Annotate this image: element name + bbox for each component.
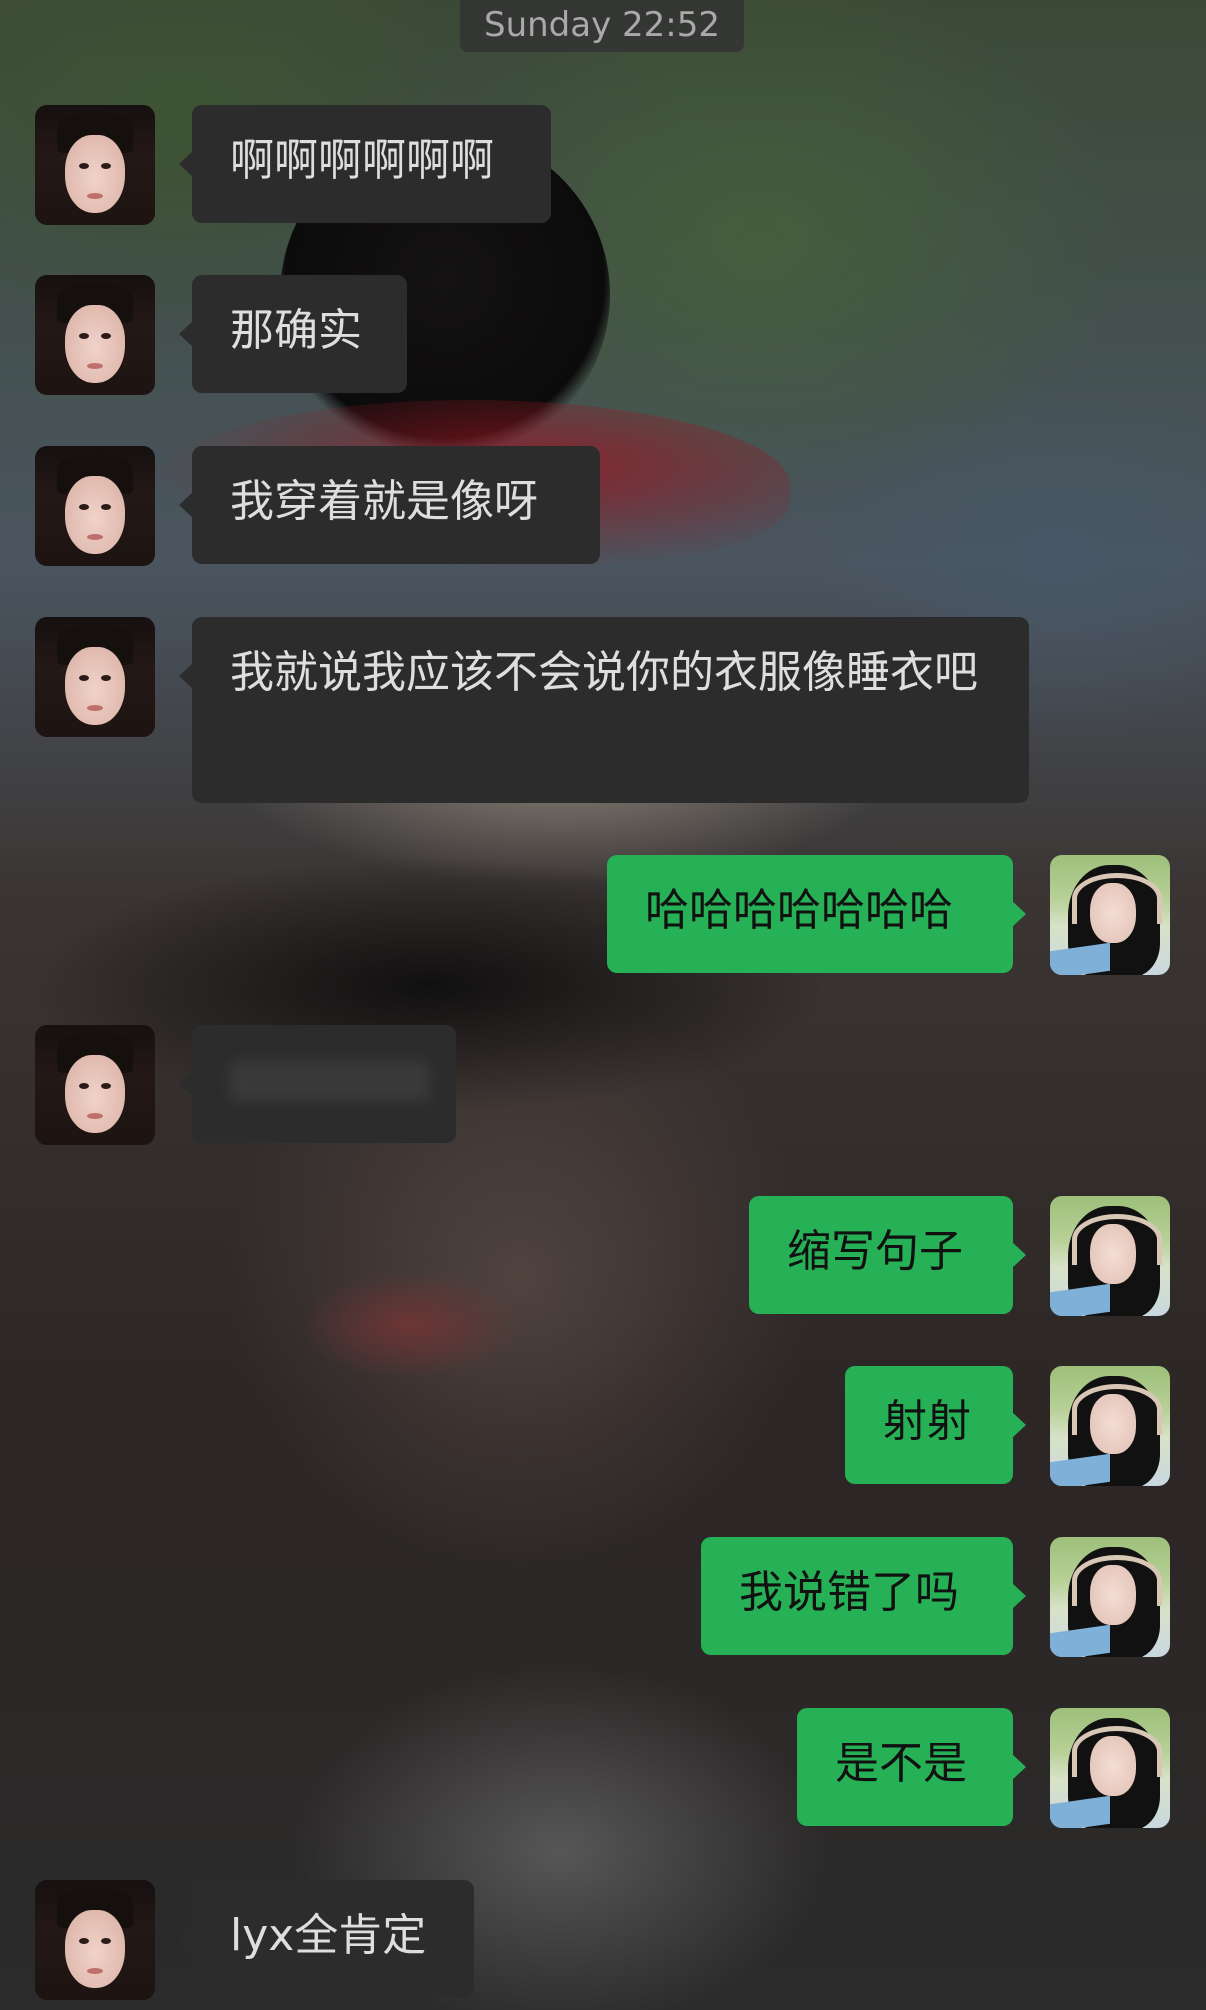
friend-avatar[interactable]	[35, 105, 155, 225]
friend-avatar[interactable]	[35, 275, 155, 395]
my-avatar[interactable]	[1050, 855, 1170, 975]
message-text: 射射	[883, 1396, 971, 1447]
outgoing-message-bubble[interactable]: 缩写句子	[749, 1196, 1026, 1314]
my-avatar[interactable]	[1050, 1366, 1170, 1486]
chat-background-photo	[0, 0, 1206, 2010]
outgoing-message-bubble[interactable]: 射射	[845, 1366, 1026, 1484]
message-text: lyx全肯定	[230, 1910, 427, 1961]
background-lips-shape	[300, 1270, 520, 1380]
message-text: 那确实	[230, 305, 362, 356]
incoming-message-bubble[interactable]: lyx全肯定	[179, 1880, 474, 1998]
message-text: 啊啊啊啊啊啊	[230, 135, 494, 186]
incoming-message-bubble[interactable]: 啊啊啊啊啊啊	[179, 105, 551, 223]
outgoing-message-bubble[interactable]: 我说错了吗	[701, 1537, 1026, 1655]
redacted-message-text	[230, 1061, 430, 1101]
incoming-message-bubble-redacted[interactable]	[179, 1025, 456, 1143]
message-text: 缩写句子	[787, 1226, 963, 1277]
friend-avatar[interactable]	[35, 446, 155, 566]
incoming-message-bubble[interactable]: 我就说我应该不会说你的衣服像睡衣吧	[179, 617, 1029, 803]
message-text: 我就说我应该不会说你的衣服像睡衣吧	[230, 647, 978, 698]
friend-avatar[interactable]	[35, 1880, 155, 2000]
incoming-message-bubble[interactable]: 那确实	[179, 275, 407, 393]
my-avatar[interactable]	[1050, 1537, 1170, 1657]
message-text: 是不是	[835, 1738, 967, 1789]
my-avatar[interactable]	[1050, 1196, 1170, 1316]
incoming-message-bubble[interactable]: 我穿着就是像呀	[179, 446, 600, 564]
message-text: 我说错了吗	[739, 1567, 959, 1618]
my-avatar[interactable]	[1050, 1708, 1170, 1828]
message-text: 哈哈哈哈哈哈哈	[645, 885, 953, 936]
friend-avatar[interactable]	[35, 617, 155, 737]
outgoing-message-bubble[interactable]: 是不是	[797, 1708, 1026, 1826]
message-timestamp: Sunday 22:52	[460, 0, 744, 52]
friend-avatar[interactable]	[35, 1025, 155, 1145]
outgoing-message-bubble[interactable]: 哈哈哈哈哈哈哈	[607, 855, 1026, 973]
message-text: 我穿着就是像呀	[230, 476, 538, 527]
